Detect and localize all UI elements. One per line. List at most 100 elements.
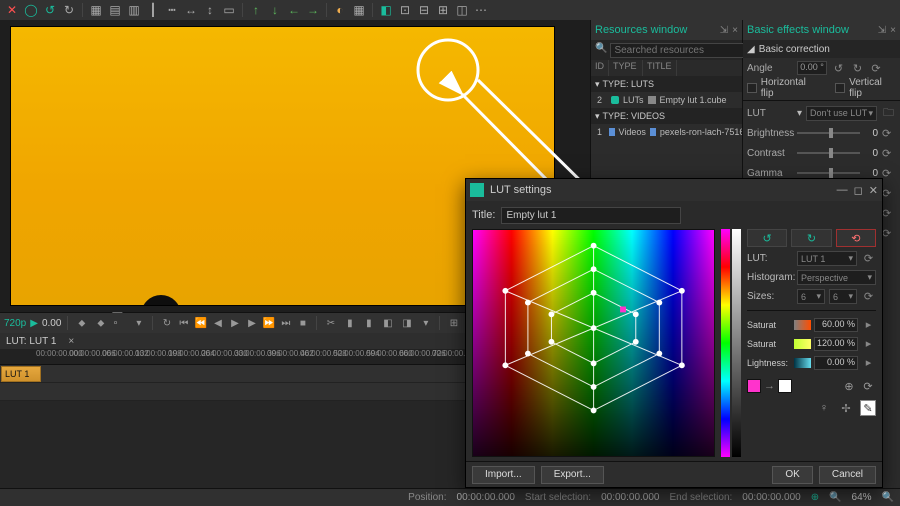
stepper-icon[interactable]: ▸ <box>861 355 876 370</box>
search-icon[interactable]: 🔍 <box>595 43 607 57</box>
brightness-slider[interactable] <box>797 132 860 134</box>
rotate-cw-icon[interactable]: ↻ <box>850 61 865 76</box>
tool-icon[interactable]: ◧ <box>380 316 395 331</box>
angle-input[interactable]: 0.00 ° <box>797 61 827 75</box>
lut-dropdown[interactable]: Don't use LUT▾ <box>806 106 877 121</box>
zoom-in-icon[interactable]: 🔍 <box>882 492 894 503</box>
hue-slider[interactable] <box>794 339 811 349</box>
resource-row[interactable]: 1 Videos pexels-ron-lach-7516031.m <box>591 124 742 140</box>
layout2-icon[interactable]: ▥ <box>126 2 142 18</box>
stop-icon[interactable]: ■ <box>295 316 310 331</box>
marker-icon[interactable]: ⬥ <box>93 316 108 331</box>
pin-icon[interactable]: ⇲ <box>878 25 886 36</box>
split-icon[interactable]: ✂ <box>323 316 338 331</box>
zoom-out-icon[interactable]: 🔍 <box>829 492 841 503</box>
add-icon[interactable]: ✢ <box>838 400 854 416</box>
reset-icon[interactable]: ⟳ <box>869 61 883 76</box>
maximize-icon[interactable]: ◻ <box>854 184 863 197</box>
reset-icon[interactable]: ⟳ <box>860 378 876 394</box>
dropdown-icon[interactable]: ▾ <box>418 316 433 331</box>
vsize-icon[interactable]: ↕ <box>202 2 218 18</box>
reset-icon[interactable]: ⟳ <box>882 227 896 240</box>
circle-icon[interactable]: ◯ <box>23 2 39 18</box>
marker-icon[interactable]: ⬥ <box>74 316 89 331</box>
ffwd-icon[interactable]: ⏩ <box>261 316 276 331</box>
vflip-checkbox[interactable] <box>835 83 845 93</box>
marker-icon[interactable]: ▮ <box>342 316 357 331</box>
stepper-icon[interactable]: ▸ <box>861 317 876 332</box>
import-button[interactable]: Import... <box>472 466 535 484</box>
color-swatch[interactable] <box>747 379 761 393</box>
align1-icon[interactable]: ◧ <box>378 2 394 18</box>
grid-icon[interactable]: ▦ <box>88 2 104 18</box>
step-back-icon[interactable]: ◀ <box>210 316 225 331</box>
color-swatch[interactable] <box>778 379 792 393</box>
hsize-icon[interactable]: ↔ <box>183 2 199 18</box>
arrow-right-icon[interactable]: → <box>305 2 321 18</box>
step-fwd-icon[interactable]: ▶ <box>244 316 259 331</box>
dash-icon[interactable]: ┅ <box>164 2 180 18</box>
close-icon[interactable]: ✕ <box>4 2 20 18</box>
arrow-up-icon[interactable]: ↑ <box>248 2 264 18</box>
ok-button[interactable]: OK <box>772 466 812 484</box>
rotate-ccw-icon[interactable]: ↺ <box>831 61 846 76</box>
zoom-fit-icon[interactable]: ⊕ <box>811 492 819 503</box>
close-icon[interactable]: × <box>890 25 896 36</box>
undo-icon[interactable]: ↺ <box>42 2 58 18</box>
title-input[interactable] <box>501 207 681 224</box>
contrast-slider[interactable] <box>797 152 860 154</box>
reset-button[interactable]: ⟲ <box>836 229 876 247</box>
align3-icon[interactable]: ⊟ <box>416 2 432 18</box>
gamma-slider[interactable] <box>797 172 860 174</box>
sync-icon[interactable]: ⟳ <box>861 289 876 304</box>
dropdown-icon[interactable]: ▾ <box>131 316 146 331</box>
circle2-icon[interactable]: ◐ <box>332 2 348 18</box>
close-icon[interactable]: × <box>732 25 738 36</box>
cancel-button[interactable]: Cancel <box>819 466 876 484</box>
size-b-select[interactable]: 6▾ <box>829 289 857 304</box>
rewind-icon[interactable]: ⏪ <box>193 316 208 331</box>
reset-icon[interactable]: ⟳ <box>882 187 896 200</box>
size-a-select[interactable]: 6▾ <box>797 289 825 304</box>
pin-icon[interactable]: ⇲ <box>720 25 728 36</box>
folder-icon[interactable]: 🗀 <box>881 106 896 121</box>
play-icon[interactable]: ▶ <box>227 316 242 331</box>
align5-icon[interactable]: ◫ <box>454 2 470 18</box>
sync-icon[interactable]: ⟳ <box>861 251 876 266</box>
minimize-icon[interactable]: — <box>837 184 848 197</box>
skip-start-icon[interactable]: ⏮ <box>176 316 191 331</box>
histogram-select[interactable]: Perspective▾ <box>797 270 876 285</box>
arrow-down-icon[interactable]: ↓ <box>267 2 283 18</box>
color-strips[interactable] <box>721 229 741 457</box>
target-icon[interactable]: ⊕ <box>841 378 857 394</box>
lightness-value[interactable]: 0.00 % <box>814 356 858 370</box>
resource-group[interactable]: ▾ TYPE: LUTS <box>591 76 742 92</box>
redo-icon[interactable]: ↻ <box>61 2 77 18</box>
hflip-checkbox[interactable] <box>747 83 757 93</box>
zoom-value[interactable]: 64% <box>852 492 872 503</box>
arrow-left-icon[interactable]: ← <box>286 2 302 18</box>
play-icon[interactable]: ▶ <box>30 318 38 329</box>
lut-select[interactable]: LUT 1▾ <box>797 251 857 266</box>
tool-icon[interactable]: ◨ <box>399 316 414 331</box>
marker-icon[interactable]: ♀ <box>816 400 832 416</box>
loop-icon[interactable]: ↻ <box>159 316 174 331</box>
hue-value[interactable]: 120.00 % <box>814 337 858 351</box>
reset-icon[interactable]: ⟳ <box>882 127 896 140</box>
section-header[interactable]: ◢ Basic correction <box>743 40 900 58</box>
resolution-badge[interactable]: 720p <box>4 318 26 329</box>
tool-icon[interactable]: ⊞ <box>446 316 461 331</box>
tab-close-icon[interactable]: × <box>68 336 74 347</box>
timeline-tab[interactable]: LUT: LUT 1 <box>0 336 62 347</box>
bar-icon[interactable]: ┃ <box>145 2 161 18</box>
lightness-slider[interactable] <box>794 358 811 368</box>
marker-icon[interactable]: ▮ <box>361 316 376 331</box>
eyedropper-icon[interactable]: ✎ <box>860 400 876 416</box>
stepper-icon[interactable]: ▸ <box>861 336 876 351</box>
saturation-value[interactable]: 60.00 % <box>814 318 858 332</box>
color-hexagon[interactable] <box>472 229 715 457</box>
more-icon[interactable]: ⋯ <box>473 2 489 18</box>
search-input[interactable] <box>610 43 750 58</box>
timeline-clip[interactable]: LUT 1 <box>1 366 41 382</box>
align2-icon[interactable]: ⊡ <box>397 2 413 18</box>
